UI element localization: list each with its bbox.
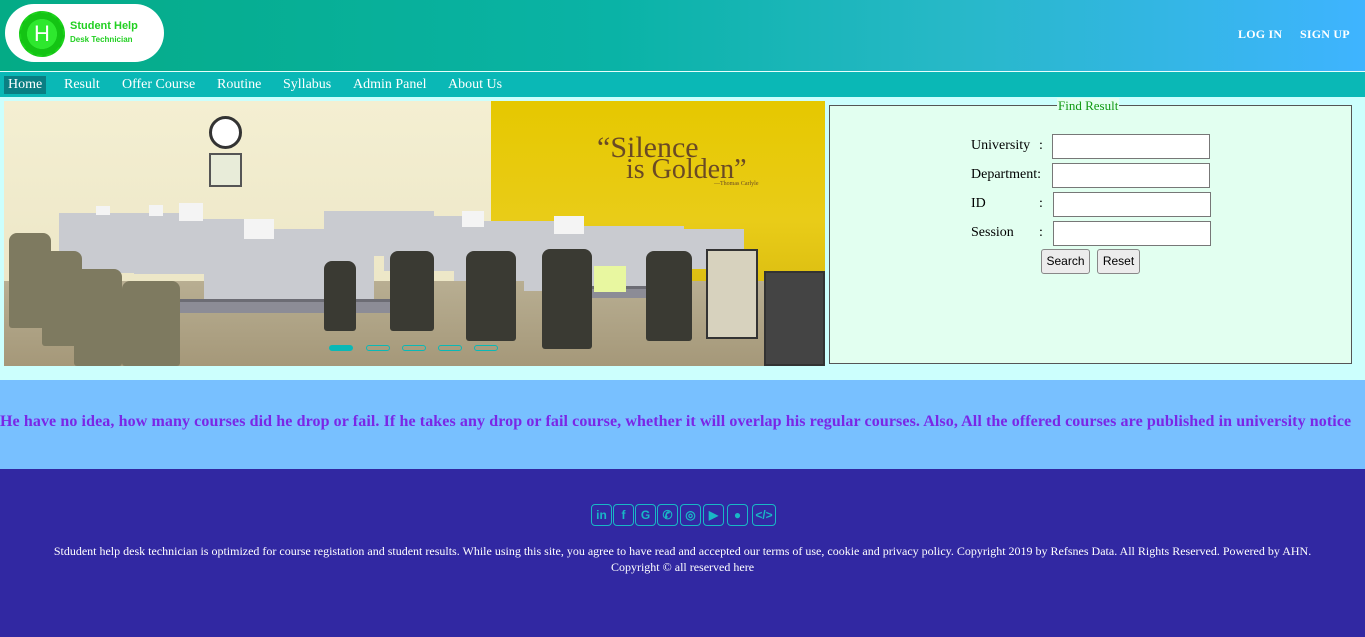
logo-badge-icon: H	[19, 11, 65, 57]
paper-sheet	[462, 211, 484, 227]
department-input[interactable]	[1052, 163, 1210, 188]
id-label: ID	[971, 196, 986, 211]
whatsapp-icon[interactable]: ✆	[657, 504, 678, 526]
paper-sheet	[244, 219, 274, 239]
slide-indicator-3[interactable]	[402, 345, 426, 351]
youtube-icon[interactable]: ▶	[703, 504, 724, 526]
sign-card	[594, 266, 626, 292]
department-label: Department:	[971, 167, 1041, 182]
session-label: Session	[971, 225, 1014, 240]
colon: :	[1039, 138, 1043, 153]
slide-indicator-1[interactable]	[329, 345, 353, 351]
site-header: H Student Help Desk Technician LOG IN SI…	[0, 0, 1365, 71]
reset-button[interactable]: Reset	[1097, 249, 1140, 274]
code-icon[interactable]: </>	[752, 504, 776, 526]
slide-indicator-5[interactable]	[474, 345, 498, 351]
paper-sheet	[179, 203, 203, 221]
paper-sheet	[554, 216, 584, 234]
site-logo[interactable]: H Student Help Desk Technician	[5, 4, 164, 62]
university-input[interactable]	[1052, 134, 1210, 159]
equipment-cart	[764, 271, 825, 366]
clock-icon	[209, 116, 242, 149]
paper-sheet	[149, 205, 163, 216]
main-section: “Silence is Golden” —Thomas Carlyle Find…	[0, 97, 1365, 380]
linkedin-icon[interactable]: in	[591, 504, 612, 526]
login-link[interactable]: LOG IN	[1238, 27, 1282, 42]
chair	[74, 269, 122, 366]
quote-author: —Thomas Carlyle	[714, 181, 759, 187]
footer-text: Stdudent help desk technician is optimiz…	[0, 543, 1365, 575]
notice-band: He have no idea, how many courses did he…	[0, 380, 1365, 469]
chair	[390, 251, 434, 331]
nav-routine[interactable]: Routine	[213, 76, 265, 94]
equipment-cart	[706, 249, 758, 339]
hero-slider-image: “Silence is Golden” —Thomas Carlyle	[4, 101, 825, 366]
slide-indicator-4[interactable]	[438, 345, 462, 351]
google-icon[interactable]: G	[635, 504, 656, 526]
signup-link[interactable]: SIGN UP	[1300, 27, 1350, 42]
search-button[interactable]: Search	[1041, 249, 1090, 274]
nav-home[interactable]: Home	[4, 76, 47, 94]
nav-syllabus[interactable]: Syllabus	[279, 76, 335, 94]
nav-result[interactable]: Result	[60, 76, 104, 94]
id-input[interactable]	[1053, 192, 1211, 217]
logo-letter: H	[34, 21, 50, 46]
wall-poster	[209, 153, 242, 187]
slide-indicator-2[interactable]	[366, 345, 390, 351]
logo-subtitle: Desk Technician	[70, 35, 133, 44]
chair	[122, 281, 180, 366]
session-input[interactable]	[1053, 221, 1211, 246]
chair	[466, 251, 516, 341]
colon: :	[1039, 225, 1043, 240]
university-label: University	[971, 138, 1031, 153]
instagram-icon[interactable]: ◎	[680, 504, 701, 526]
desk	[154, 299, 414, 313]
main-nav: Home Result Offer Course Routine Syllabu…	[0, 71, 1365, 97]
logo-title: Student Help	[70, 20, 138, 32]
paper-sheet	[96, 206, 110, 215]
github-icon[interactable]: ●	[727, 504, 748, 526]
social-links: in f G ✆ ◎ ▶ ● </>	[591, 504, 781, 528]
footer-disclaimer: Stdudent help desk technician is optimiz…	[53, 544, 1312, 558]
chair	[542, 249, 592, 349]
footer-copyright: Copyright © all reserved here	[610, 560, 755, 574]
facebook-icon[interactable]: f	[613, 504, 634, 526]
chair	[646, 251, 692, 341]
colon: :	[1039, 196, 1043, 211]
find-result-form: Find Result University : Department: ID …	[829, 98, 1352, 364]
quote-line-2: is Golden”	[626, 154, 747, 185]
find-result-legend: Find Result	[1057, 98, 1120, 114]
notice-marquee: He have no idea, how many courses did he…	[0, 413, 1352, 430]
chair	[324, 261, 356, 331]
site-footer: in f G ✆ ◎ ▶ ● </> Stdudent help desk te…	[0, 469, 1365, 637]
nav-about-us[interactable]: About Us	[444, 76, 506, 94]
nav-offer-course[interactable]: Offer Course	[118, 76, 199, 94]
nav-admin-panel[interactable]: Admin Panel	[349, 76, 431, 94]
